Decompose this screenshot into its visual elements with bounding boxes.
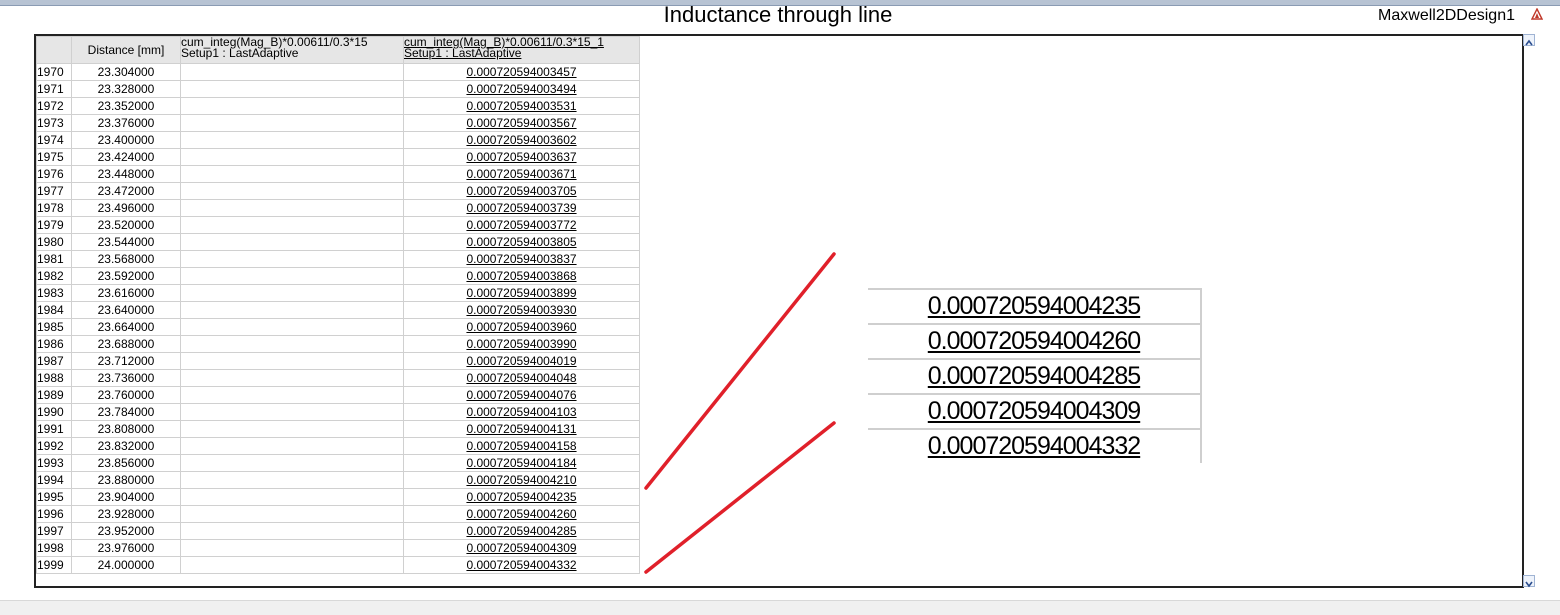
scroll-down-arrow-icon[interactable] (1523, 575, 1535, 588)
callout-line-top (644, 252, 836, 490)
window-bottom-strip (0, 600, 1560, 615)
vertical-scrollbar[interactable] (1522, 34, 1536, 588)
callout-lines (644, 252, 836, 574)
scroll-up-arrow-icon[interactable] (1523, 34, 1535, 46)
callout-line-bottom (644, 421, 836, 574)
